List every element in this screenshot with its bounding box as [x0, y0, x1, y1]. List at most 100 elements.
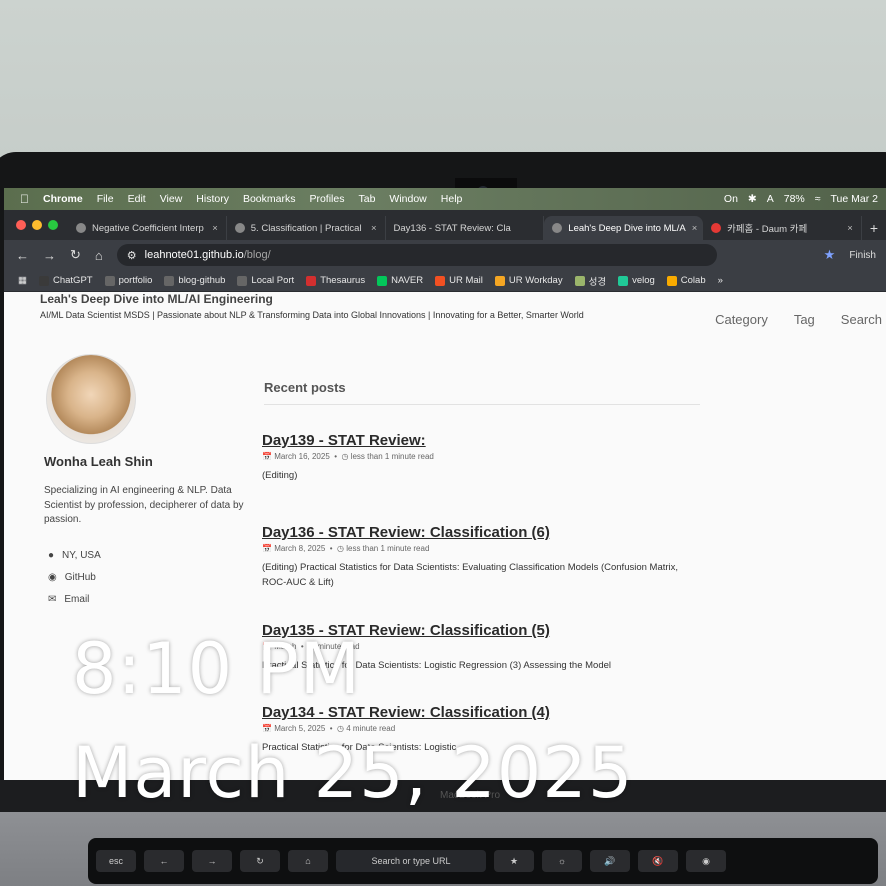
- bookmark-label: blog-github: [178, 275, 226, 286]
- touchbar-volume-icon[interactable]: 🔊: [590, 850, 630, 872]
- finish-update-button[interactable]: Finish: [849, 250, 886, 261]
- apple-icon[interactable]: : [20, 192, 29, 206]
- author-bio: Specializing in AI engineering & NLP. Da…: [44, 485, 244, 525]
- menu-bookmarks[interactable]: Bookmarks: [243, 193, 296, 205]
- colab-icon: [666, 275, 677, 286]
- menu-edit[interactable]: Edit: [128, 193, 146, 205]
- bookmark-label: Thesaurus: [320, 275, 366, 286]
- chatgpt-icon: [38, 275, 49, 286]
- close-icon[interactable]: ×: [847, 223, 853, 234]
- post-date: March 16, 2025: [274, 452, 330, 461]
- bookmark-ur-mail[interactable]: UR Mail: [435, 275, 483, 286]
- bookmark-label: Local Port: [251, 275, 295, 286]
- bookmark-blog-github[interactable]: blog-github: [164, 275, 225, 286]
- bookmark-thesaurus[interactable]: Thesaurus: [306, 275, 365, 286]
- new-tab-button[interactable]: +: [862, 220, 886, 240]
- recent-posts-heading: Recent posts: [264, 380, 346, 395]
- menu-file[interactable]: File: [97, 193, 114, 205]
- post-date: March 8, 2025: [274, 544, 326, 553]
- nav-tag[interactable]: Tag: [794, 312, 815, 327]
- bookmark-naver[interactable]: NAVER: [377, 275, 423, 286]
- input-source-indicator[interactable]: A: [767, 193, 774, 205]
- post-title-link[interactable]: Day136 - STAT Review: Classification (6): [262, 524, 682, 541]
- close-icon[interactable]: ×: [371, 223, 377, 234]
- tab-classification-practical[interactable]: 5. Classification | Practical ×: [227, 216, 386, 240]
- touchbar-search-field[interactable]: Search or type URL: [336, 850, 486, 872]
- bookmark-chatgpt[interactable]: ChatGPT: [38, 275, 93, 286]
- forward-arrow-icon[interactable]: →: [43, 248, 56, 263]
- home-icon[interactable]: ⌂: [95, 248, 103, 263]
- bookmark-bible[interactable]: 성경: [574, 274, 606, 288]
- bookmark-label: Colab: [680, 275, 706, 286]
- focus-status[interactable]: On: [724, 193, 738, 205]
- close-icon[interactable]: ×: [212, 223, 218, 234]
- location-pin-icon: ●: [48, 549, 55, 561]
- bookmark-label: UR Mail: [449, 275, 483, 286]
- menu-tab[interactable]: Tab: [358, 193, 375, 205]
- menu-app-name[interactable]: Chrome: [43, 193, 83, 205]
- author-github-link[interactable]: ◉ GitHub: [48, 566, 101, 588]
- touchbar-mute-icon[interactable]: 🔇: [638, 850, 678, 872]
- tab-favicon-icon: [234, 223, 245, 233]
- reload-icon[interactable]: ↻: [70, 247, 81, 263]
- address-bar[interactable]: ⚙ leahnote01.github.io/blog/: [116, 244, 717, 266]
- bookmark-star-icon[interactable]: ★: [824, 247, 836, 263]
- tab-favicon-icon: [552, 223, 563, 233]
- menubar-clock[interactable]: Tue Mar 2: [831, 193, 878, 205]
- bluetooth-icon[interactable]: ✱: [748, 193, 757, 205]
- battery-percent[interactable]: 78%: [784, 193, 805, 205]
- url-path: /blog/: [243, 249, 271, 261]
- envelope-icon: ✉: [48, 593, 57, 605]
- touchbar-forward-icon[interactable]: →: [192, 850, 232, 872]
- github-label: GitHub: [64, 571, 96, 583]
- tab-favicon-icon: [76, 223, 86, 233]
- touchbar-bookmark-icon[interactable]: ★: [494, 850, 534, 872]
- post-title-link[interactable]: Day139 - STAT Review:: [262, 432, 682, 449]
- post-excerpt: (Editing): [262, 470, 298, 481]
- bookmark-colab[interactable]: Colab: [666, 275, 706, 286]
- tab-favicon-icon: [711, 223, 722, 233]
- back-arrow-icon[interactable]: ←: [16, 248, 29, 263]
- tab-daum-cafe[interactable]: 카페홈 - Daum 카페 ×: [703, 216, 862, 240]
- close-icon[interactable]: ×: [692, 223, 698, 234]
- bookmark-velog[interactable]: velog: [618, 275, 655, 286]
- close-window-button[interactable]: [16, 220, 26, 230]
- tab-label: Leah's Deep Dive into ML/A: [568, 222, 686, 234]
- site-info-icon[interactable]: ⚙: [127, 249, 137, 262]
- menu-history[interactable]: History: [196, 193, 229, 205]
- bookmarks-bar: ▦ ChatGPT portfolio blog-github Local Po…: [4, 270, 886, 292]
- bookmark-label: portfolio: [118, 275, 153, 286]
- microsoft-icon: [435, 275, 446, 286]
- maximize-window-button[interactable]: [48, 220, 58, 230]
- author-email-link[interactable]: ✉ Email: [48, 588, 101, 610]
- tab-negative-coefficient[interactable]: Negative Coefficient Interp ×: [68, 216, 227, 240]
- author-location: ● NY, USA: [48, 544, 101, 566]
- tab-leahs-deep-dive[interactable]: Leah's Deep Dive into ML/A ×: [544, 216, 704, 240]
- wifi-icon[interactable]: ≈: [815, 193, 821, 205]
- apps-grid-icon[interactable]: ▦: [18, 275, 27, 286]
- touch-bar: esc ← → ↻ ⌂ Search or type URL ★ ☼ 🔊 🔇 ◉: [88, 838, 878, 884]
- esc-key[interactable]: esc: [96, 850, 136, 872]
- minimize-window-button[interactable]: [32, 220, 42, 230]
- bookmarks-overflow-button[interactable]: »: [718, 275, 723, 286]
- overlay-date: March 25, 2025: [72, 732, 634, 814]
- touchbar-siri-icon[interactable]: ◉: [686, 850, 726, 872]
- menu-window[interactable]: Window: [389, 193, 426, 205]
- nav-category[interactable]: Category: [715, 312, 768, 327]
- menu-profiles[interactable]: Profiles: [309, 193, 344, 205]
- post-excerpt: (Editing) Practical Statistics for Data …: [262, 562, 679, 589]
- site-title[interactable]: Leah's Deep Dive into ML/AI Engineering: [40, 292, 273, 306]
- bookmark-label: velog: [632, 275, 655, 286]
- bookmark-ur-workday[interactable]: UR Workday: [494, 275, 563, 286]
- touchbar-brightness-icon[interactable]: ☼: [542, 850, 582, 872]
- tab-day136[interactable]: Day136 - STAT Review: Cla: [386, 216, 545, 240]
- menu-view[interactable]: View: [160, 193, 183, 205]
- menu-help[interactable]: Help: [441, 193, 463, 205]
- touchbar-back-icon[interactable]: ←: [144, 850, 184, 872]
- touchbar-home-icon[interactable]: ⌂: [288, 850, 328, 872]
- nav-search[interactable]: Search: [841, 312, 882, 327]
- touchbar-reload-icon[interactable]: ↻: [240, 850, 280, 872]
- email-label: Email: [64, 593, 90, 605]
- bookmark-local-port[interactable]: Local Port: [237, 275, 294, 286]
- bookmark-portfolio[interactable]: portfolio: [104, 275, 153, 286]
